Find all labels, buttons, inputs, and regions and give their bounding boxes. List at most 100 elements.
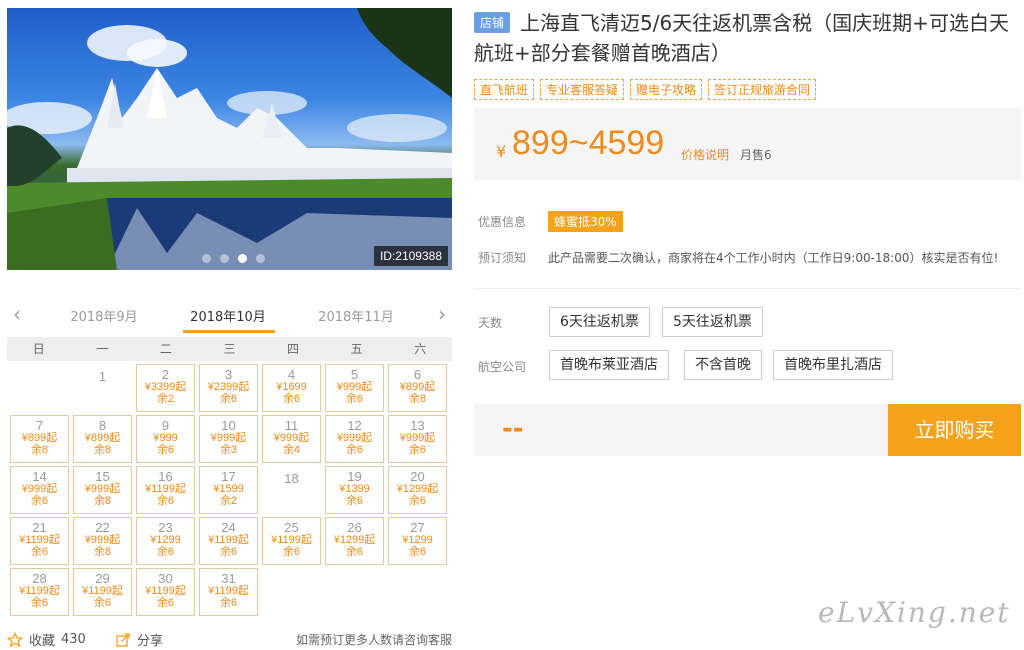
day-number: 9 xyxy=(161,418,170,433)
product-hero-image[interactable]: ID:2109388 xyxy=(7,8,452,270)
prev-month-arrow-icon[interactable]: ‹ xyxy=(13,302,21,326)
day-number: 3 xyxy=(224,367,233,382)
favorite-label: 收藏 xyxy=(29,634,56,649)
tab-prev-month[interactable]: 2018年9月 xyxy=(59,306,149,325)
calendar-day-3[interactable]: 3 ¥2399起 余6 xyxy=(199,364,258,412)
day-price: ¥1199起 xyxy=(145,483,186,495)
calendar-day-4[interactable]: 4 ¥1699 余6 xyxy=(262,364,321,412)
calendar-day-18: 18 xyxy=(262,466,321,514)
calendar-day-12[interactable]: 12 ¥999起 余6 xyxy=(325,415,384,463)
option-no-first-night[interactable]: 不含首晚 xyxy=(684,350,762,380)
day-price: ¥1299 xyxy=(150,534,181,546)
price-explanation-link[interactable]: 价格说明 xyxy=(681,146,729,163)
day-remaining: 余6 xyxy=(156,546,175,558)
day-number: 14 xyxy=(32,469,47,484)
calendar-day-8[interactable]: 8 ¥899起 余8 xyxy=(73,415,132,463)
day-number: 17 xyxy=(221,469,236,484)
day-price: ¥1199起 xyxy=(208,585,249,597)
day-number: 7 xyxy=(35,418,44,433)
day-price: ¥1699 xyxy=(276,381,307,393)
day-remaining: 余8 xyxy=(30,444,49,456)
day-remaining: 余6 xyxy=(156,444,175,456)
tag-item: 签订正规旅游合同 xyxy=(708,79,817,100)
carousel-dot[interactable] xyxy=(202,254,211,263)
option-days-6[interactable]: 6天往返机票 xyxy=(549,307,650,337)
calendar-day-2[interactable]: 2 ¥3399起 余2 xyxy=(136,364,195,412)
calendar-day-7[interactable]: 7 ¥899起 余8 xyxy=(10,415,69,463)
consult-service-link[interactable]: 如需预订更多人数请咨询客服 xyxy=(296,631,452,648)
day-remaining: 余6 xyxy=(345,444,364,456)
calendar-day-29[interactable]: 29 ¥1199起 余6 xyxy=(73,568,132,616)
calendar-day-24[interactable]: 24 ¥1199起 余6 xyxy=(199,517,258,565)
day-number: 27 xyxy=(410,520,425,535)
share-button[interactable]: 分享 xyxy=(115,630,163,649)
calendar-day-20[interactable]: 20 ¥1299起 余6 xyxy=(388,466,447,514)
calendar-day-10[interactable]: 10 ¥999起 余3 xyxy=(199,415,258,463)
calendar-day-15[interactable]: 15 ¥999起 余8 xyxy=(73,466,132,514)
day-price: ¥999起 xyxy=(273,432,310,444)
weekday-wed: 三 xyxy=(223,342,236,356)
share-label: 分享 xyxy=(137,634,164,649)
calendar-day-9[interactable]: 9 ¥999 余6 xyxy=(136,415,195,463)
day-remaining: 余6 xyxy=(30,597,49,609)
day-number: 21 xyxy=(32,520,47,535)
day-price: ¥1199起 xyxy=(145,585,186,597)
calendar-day-30[interactable]: 30 ¥1199起 余6 xyxy=(136,568,195,616)
calendar-day-25[interactable]: 25 ¥1199起 余6 xyxy=(262,517,321,565)
calendar-day-empty xyxy=(10,364,69,412)
notice-label: 预订须知 xyxy=(478,251,527,265)
option-days-5[interactable]: 5天往返机票 xyxy=(662,307,763,337)
calendar-day-17[interactable]: 17 ¥1599 余2 xyxy=(199,466,258,514)
day-number: 29 xyxy=(95,571,110,586)
monthly-sales: 月售6 xyxy=(740,148,772,162)
calendar-day-6[interactable]: 6 ¥899起 余8 xyxy=(388,364,447,412)
calendar-day-31[interactable]: 31 ¥1199起 余6 xyxy=(199,568,258,616)
star-icon xyxy=(7,631,23,647)
day-number: 26 xyxy=(347,520,362,535)
calendar-day-22[interactable]: 22 ¥999起 余8 xyxy=(73,517,132,565)
carousel-dot-active[interactable] xyxy=(238,254,247,263)
weekday-mon: 一 xyxy=(96,342,109,356)
product-footer-bar: 收藏 430 分享 如需预订更多人数请咨询客服 xyxy=(7,628,452,650)
booking-notice-text: 此产品需要二次确认，商家将在4个工作小时内（工作日9:00-18:00）核实是否… xyxy=(548,251,999,265)
day-price: ¥1199起 xyxy=(208,534,249,546)
day-remaining: 余6 xyxy=(156,597,175,609)
day-remaining: 余6 xyxy=(30,495,49,507)
calendar-weekday-header: 日 一 二 三 四 五 六 xyxy=(7,337,452,361)
calendar-day-grid: 1 2 ¥3399起 余2 3 ¥2399起 余6 4 ¥1699 余6 5 ¥999起 余6 6 ¥899… xyxy=(7,362,452,616)
calendar-day-26[interactable]: 26 ¥1299起 余6 xyxy=(325,517,384,565)
weekday-tue: 二 xyxy=(159,342,172,356)
calendar-day-19[interactable]: 19 ¥1399 余6 xyxy=(325,466,384,514)
tab-current-month[interactable]: 2018年10月 xyxy=(183,306,273,325)
day-price: ¥899起 xyxy=(21,432,58,444)
carousel-dot[interactable] xyxy=(220,254,229,263)
day-number: 10 xyxy=(221,418,236,433)
day-number: 5 xyxy=(350,367,359,382)
weekday-thu: 四 xyxy=(287,342,300,356)
calendar-day-23[interactable]: 23 ¥1299 余6 xyxy=(136,517,195,565)
favorite-button[interactable]: 收藏 430 xyxy=(7,630,86,649)
calendar-day-16[interactable]: 16 ¥1199起 余6 xyxy=(136,466,195,514)
option-hotel-blaia[interactable]: 首晚布莱亚酒店 xyxy=(549,350,669,380)
tab-next-month[interactable]: 2018年11月 xyxy=(311,306,401,325)
tag-item: 直飞航班 xyxy=(474,79,535,100)
day-number: 28 xyxy=(32,571,47,586)
calendar-day-13[interactable]: 13 ¥999起 余6 xyxy=(388,415,447,463)
next-month-arrow-icon[interactable]: › xyxy=(438,302,446,326)
day-price: ¥3399起 xyxy=(144,381,187,393)
carousel-dot[interactable] xyxy=(256,254,265,263)
calendar-day-21[interactable]: 21 ¥1199起 余6 xyxy=(10,517,69,565)
day-remaining: 余6 xyxy=(30,546,49,558)
product-title: 上海直飞清迈5/6天往返机票含税（国庆班期+可选白天航班+部分套餐赠首晚酒店） xyxy=(474,11,1009,65)
day-number: 8 xyxy=(98,418,107,433)
calendar-day-27[interactable]: 27 ¥1299 余6 xyxy=(388,517,447,565)
option-hotel-brizza[interactable]: 首晚布里扎酒店 xyxy=(773,350,893,380)
day-remaining: 余6 xyxy=(156,495,175,507)
shop-badge[interactable]: 店铺 xyxy=(474,12,511,33)
calendar-day-14[interactable]: 14 ¥999起 余6 xyxy=(10,466,69,514)
buy-now-button[interactable]: 立即购买 xyxy=(888,404,1021,456)
calendar-day-28[interactable]: 28 ¥1199起 余6 xyxy=(10,568,69,616)
calendar-day-11[interactable]: 11 ¥999起 余4 xyxy=(262,415,321,463)
calendar-day-5[interactable]: 5 ¥999起 余6 xyxy=(325,364,384,412)
day-price: ¥1399 xyxy=(339,483,370,495)
